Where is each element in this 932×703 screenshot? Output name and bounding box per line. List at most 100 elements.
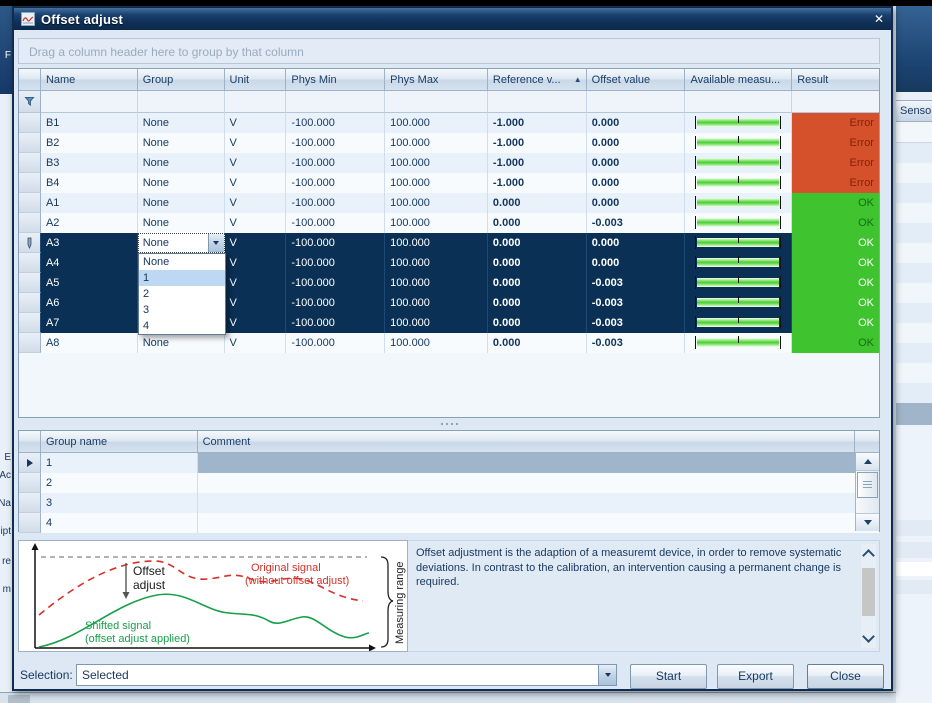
- offset-label-line2: adjust: [133, 578, 166, 592]
- row-indicator: [19, 113, 41, 133]
- scroll-thumb[interactable]: [857, 472, 878, 498]
- result-badge: Error: [792, 133, 879, 153]
- selection-combobox[interactable]: Selected: [76, 664, 617, 686]
- grid-row-A8[interactable]: A8NoneV-100.000100.0000.000-0.003OK: [19, 333, 879, 353]
- splitter-handle[interactable]: [18, 418, 880, 430]
- group-row-4[interactable]: 4: [19, 513, 879, 533]
- export-button[interactable]: Export: [717, 664, 794, 689]
- grid-row-B4[interactable]: B4NoneV-100.000100.000-1.0000.000Error: [19, 173, 879, 193]
- result-badge: OK: [792, 233, 879, 253]
- chevron-down-icon[interactable]: [862, 630, 875, 643]
- cell-group[interactable]: None: [138, 333, 225, 353]
- column-header-comment[interactable]: Comment: [198, 431, 855, 453]
- dropdown-option-None[interactable]: None: [139, 254, 225, 270]
- scroll-down-button[interactable]: [856, 513, 879, 531]
- close-icon[interactable]: ✕: [874, 13, 884, 25]
- cell-name: A3: [41, 233, 138, 253]
- filter-cell[interactable]: [385, 91, 488, 113]
- group-row-3[interactable]: 3: [19, 493, 879, 513]
- chevron-up-icon[interactable]: [862, 549, 875, 562]
- cell-phys-min: -100.000: [286, 133, 385, 153]
- cell-name: A1: [41, 193, 138, 213]
- cell-offset: 0.000: [587, 253, 686, 273]
- combobox-value: None: [139, 234, 208, 252]
- dropdown-option-1[interactable]: 1: [139, 270, 225, 286]
- filter-row[interactable]: [19, 91, 879, 113]
- filter-cell[interactable]: [225, 91, 287, 113]
- column-header-group[interactable]: Group: [138, 69, 225, 91]
- column-header-available[interactable]: Available measu...: [685, 69, 792, 91]
- group-row-1[interactable]: 1: [19, 453, 879, 473]
- grid-row-B2[interactable]: B2NoneV-100.000100.000-1.0000.000Error: [19, 133, 879, 153]
- groups-scrollbar[interactable]: [855, 453, 879, 531]
- cell-phys-max: 100.000: [385, 193, 488, 213]
- start-button[interactable]: Start: [630, 664, 707, 689]
- cell-group[interactable]: None: [138, 133, 225, 153]
- column-header-name[interactable]: Name: [41, 69, 138, 91]
- cell-phys-max: 100.000: [385, 173, 488, 193]
- cell-group[interactable]: None: [138, 193, 225, 213]
- background-bottom-strip: [0, 692, 896, 703]
- result-badge: OK: [792, 253, 879, 273]
- scroll-up-button[interactable]: [856, 453, 879, 471]
- combobox-arrow-button[interactable]: [208, 234, 224, 252]
- filter-cell[interactable]: [286, 91, 385, 113]
- triangle-up-icon: [864, 459, 872, 464]
- grid-row-B1[interactable]: B1NoneV-100.000100.000-1.0000.000Error: [19, 113, 879, 133]
- scroll-thumb[interactable]: [862, 568, 875, 616]
- cell-group[interactable]: None: [138, 153, 225, 173]
- dropdown-option-4[interactable]: 4: [139, 318, 225, 334]
- group-by-panel[interactable]: Drag a column header here to group by th…: [18, 38, 880, 64]
- cell-comment[interactable]: [198, 453, 857, 473]
- cell-name: B3: [41, 153, 138, 173]
- grid-row-B3[interactable]: B3NoneV-100.000100.000-1.0000.000Error: [19, 153, 879, 173]
- background-right-header: [896, 6, 932, 92]
- group-row-2[interactable]: 2: [19, 473, 879, 493]
- cell-phys-max: 100.000: [385, 313, 488, 333]
- group-cell-combobox[interactable]: None: [138, 233, 225, 253]
- grid-row-A3[interactable]: A3NoneV-100.000100.0000.0000.000OK: [19, 233, 879, 253]
- filter-cell[interactable]: [587, 91, 686, 113]
- column-header-unit[interactable]: Unit: [225, 69, 287, 91]
- cell-comment[interactable]: [198, 493, 857, 513]
- cell-name: A4: [41, 253, 138, 273]
- measurement-meter: [685, 113, 792, 133]
- offset-label-line1: Offset: [133, 564, 165, 578]
- filter-cell[interactable]: [488, 91, 587, 113]
- filter-cell[interactable]: [41, 91, 138, 113]
- cell-comment[interactable]: [198, 513, 857, 533]
- filter-cell[interactable]: [685, 91, 792, 113]
- selection-value: Selected: [77, 665, 598, 685]
- row-indicator: [19, 273, 41, 293]
- cell-comment[interactable]: [198, 473, 857, 493]
- description-scrollbar[interactable]: [861, 544, 876, 648]
- filter-cell[interactable]: [138, 91, 225, 113]
- selection-dropdown-button[interactable]: [598, 665, 616, 685]
- cell-phys-max: 100.000: [385, 253, 488, 273]
- column-header-result[interactable]: Result: [792, 69, 879, 91]
- grid-row-A1[interactable]: A1NoneV-100.000100.0000.0000.000OK: [19, 193, 879, 213]
- column-header-phys-min[interactable]: Phys Min: [286, 69, 385, 91]
- measurement-meter: [685, 133, 792, 153]
- cell-group[interactable]: None: [138, 213, 225, 233]
- cell-reference: 0.000: [488, 273, 587, 293]
- column-header-offset[interactable]: Offset value: [587, 69, 686, 91]
- titlebar[interactable]: Offset adjust ✕: [14, 8, 891, 30]
- filter-cell[interactable]: [792, 91, 879, 113]
- shifted-signal-label: Shifted signal: [85, 620, 151, 632]
- close-dialog-button[interactable]: Close: [807, 664, 884, 689]
- grid-row-A2[interactable]: A2NoneV-100.000100.0000.000-0.003OK: [19, 213, 879, 233]
- column-header-phys-max[interactable]: Phys Max: [385, 69, 488, 91]
- column-header-reference[interactable]: Reference v... ▲: [488, 69, 587, 91]
- dropdown-option-2[interactable]: 2: [139, 286, 225, 302]
- background-row: [896, 143, 932, 163]
- cell-phys-min: -100.000: [286, 233, 385, 253]
- column-header-group-name[interactable]: Group name: [41, 431, 198, 453]
- cell-unit: V: [225, 173, 287, 193]
- reference-header-label: Reference v...: [493, 74, 561, 90]
- cell-phys-max: 100.000: [385, 293, 488, 313]
- cell-group[interactable]: None: [138, 173, 225, 193]
- row-indicator: [19, 333, 41, 353]
- dropdown-option-3[interactable]: 3: [139, 302, 225, 318]
- cell-group[interactable]: None: [138, 113, 225, 133]
